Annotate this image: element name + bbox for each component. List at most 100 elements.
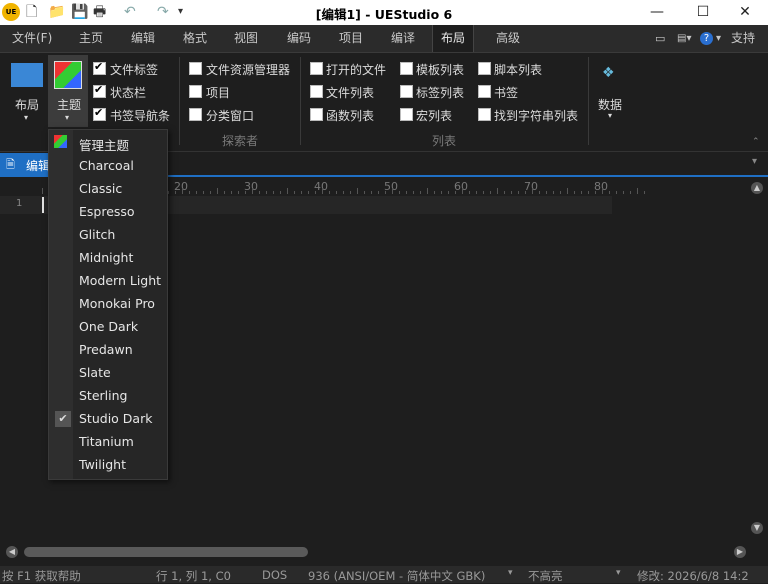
theme-item[interactable]: Monokai Pro: [79, 296, 155, 311]
file-explorer-label: 文件资源管理器: [206, 63, 291, 77]
ruler-tick: [273, 191, 274, 194]
ruler-tick: [609, 191, 610, 194]
status-bar-label: 状态栏: [110, 86, 147, 100]
data-dropdown-icon[interactable]: ▾: [608, 111, 612, 120]
theme-item[interactable]: One Dark: [79, 319, 138, 334]
bookmarks-checkbox[interactable]: [478, 85, 491, 98]
toolbar-icon[interactable]: ▤▾: [677, 25, 691, 52]
template-list-label: 模板列表: [416, 63, 465, 77]
ruler-tick: [322, 188, 323, 194]
minimize-button[interactable]: —: [634, 0, 680, 25]
ruler-tick: [434, 191, 435, 194]
ruler-tick: [504, 191, 505, 194]
status-highlight[interactable]: 不高亮: [528, 568, 563, 584]
ruler-tick: [350, 191, 351, 194]
ruler-tick: [189, 191, 190, 194]
file-explorer-checkbox[interactable]: [189, 62, 202, 75]
selected-check-icon: ✔: [55, 411, 71, 427]
scroll-right-icon[interactable]: ▶: [734, 546, 746, 558]
project-checkbox[interactable]: [189, 85, 202, 98]
tab-file[interactable]: 文件(F): [12, 25, 52, 52]
data-cubes-icon[interactable]: ❖: [602, 65, 618, 81]
theme-item[interactable]: Midnight: [79, 250, 133, 265]
help-icon[interactable]: ?: [700, 32, 713, 45]
vertical-scrollbar[interactable]: ▲ ▼: [748, 178, 766, 544]
encoding-dropdown-icon[interactable]: ▾: [508, 568, 513, 578]
open-files-checkbox[interactable]: [310, 62, 323, 75]
template-list-checkbox[interactable]: [400, 62, 413, 75]
tab-encoding[interactable]: 编码: [287, 25, 311, 52]
ribbon-separator: [179, 57, 180, 145]
script-list-checkbox[interactable]: [478, 62, 491, 75]
tab-layout[interactable]: 布局: [432, 25, 475, 52]
tab-advanced[interactable]: 高级: [496, 25, 520, 52]
ruler-tick: [224, 191, 225, 194]
theme-item[interactable]: Glitch: [79, 227, 115, 242]
status-line-ending[interactable]: DOS: [262, 568, 287, 582]
tab-home[interactable]: 主页: [79, 25, 103, 52]
tab-view[interactable]: 视图: [234, 25, 258, 52]
scroll-up-icon[interactable]: ▲: [751, 182, 763, 194]
ruler-tick: [441, 191, 442, 194]
find-string-list-label: 找到字符串列表: [494, 109, 579, 123]
theme-item[interactable]: Sterling: [79, 388, 127, 403]
close-button[interactable]: ✕: [722, 0, 768, 25]
tag-list-checkbox[interactable]: [400, 85, 413, 98]
layout-dropdown-icon[interactable]: ▾: [24, 113, 28, 122]
manage-themes-item[interactable]: 管理主题: [79, 135, 129, 154]
theme-item[interactable]: Charcoal: [79, 158, 134, 173]
ruler-tick: [378, 191, 379, 194]
tab-format[interactable]: 格式: [183, 25, 207, 52]
find-string-list-checkbox[interactable]: [478, 108, 491, 121]
tab-project[interactable]: 项目: [339, 25, 363, 52]
tab-build[interactable]: 编译: [391, 25, 415, 52]
tab-edit[interactable]: 编辑: [131, 25, 155, 52]
ruler-tick: [336, 191, 337, 194]
ruler-tick: [574, 191, 575, 194]
ruler-tick: [168, 191, 169, 194]
category-window-checkbox[interactable]: [189, 108, 202, 121]
theme-item[interactable]: Modern Light: [79, 273, 161, 288]
ribbon-separator: [588, 57, 589, 145]
document-icon: 🗎: [6, 158, 15, 171]
theme-item[interactable]: Titanium: [79, 434, 134, 449]
theme-item[interactable]: Twilight: [79, 457, 126, 472]
theme-item[interactable]: Classic: [79, 181, 122, 196]
ruler-tick: [560, 191, 561, 194]
bookmark-nav-checkbox[interactable]: [93, 106, 106, 121]
ruler-tick: [287, 188, 288, 194]
ruler-tick: [308, 191, 309, 194]
layout-icon[interactable]: [11, 63, 43, 87]
help-dropdown-icon[interactable]: ▾: [716, 25, 721, 52]
file-tabs-checkbox[interactable]: [93, 60, 106, 75]
maximize-button[interactable]: ☐: [680, 0, 726, 25]
bookmarks-label: 书签: [494, 86, 519, 100]
status-encoding[interactable]: 936 (ANSI/OEM - 简体中文 GBK): [308, 568, 485, 584]
scroll-down-icon[interactable]: ▼: [751, 522, 763, 534]
horizontal-scroll-thumb[interactable]: [24, 547, 308, 557]
theme-item[interactable]: Predawn: [79, 342, 133, 357]
macro-list-checkbox[interactable]: [400, 108, 413, 121]
scroll-left-icon[interactable]: ◀: [6, 546, 18, 558]
document-tab[interactable]: 🗎 编辑: [0, 153, 52, 175]
highlight-dropdown-icon[interactable]: ▾: [616, 568, 621, 578]
ruler-tick: [630, 191, 631, 194]
ruler-tick: [616, 191, 617, 194]
function-list-checkbox[interactable]: [310, 108, 323, 121]
theme-item-selected[interactable]: Studio Dark: [79, 411, 152, 426]
status-bar-checkbox[interactable]: [93, 83, 106, 98]
collapse-ribbon-icon[interactable]: ⌃: [752, 137, 760, 147]
status-bar: 按 F1 获取帮助 行 1, 列 1, C0 DOS 936 (ANSI/OEM…: [0, 566, 768, 583]
display-icon[interactable]: ▭: [655, 25, 665, 52]
layout-button-label[interactable]: 布局: [15, 96, 39, 113]
ruler-tick: [644, 191, 645, 194]
ruler-tick: [539, 191, 540, 194]
theme-item[interactable]: Slate: [79, 365, 111, 380]
support-link[interactable]: 支持: [731, 25, 755, 52]
ruler-tick: [385, 191, 386, 194]
file-list-checkbox[interactable]: [310, 85, 323, 98]
theme-item[interactable]: Espresso: [79, 204, 135, 219]
ribbon-tabs: 文件(F) 主页 编辑 格式 视图 编码 项目 编译 布局 高级 ▭ ▤▾ ? …: [0, 25, 768, 53]
ruler-tick: [343, 191, 344, 194]
tab-list-icon[interactable]: ▾: [752, 156, 757, 167]
